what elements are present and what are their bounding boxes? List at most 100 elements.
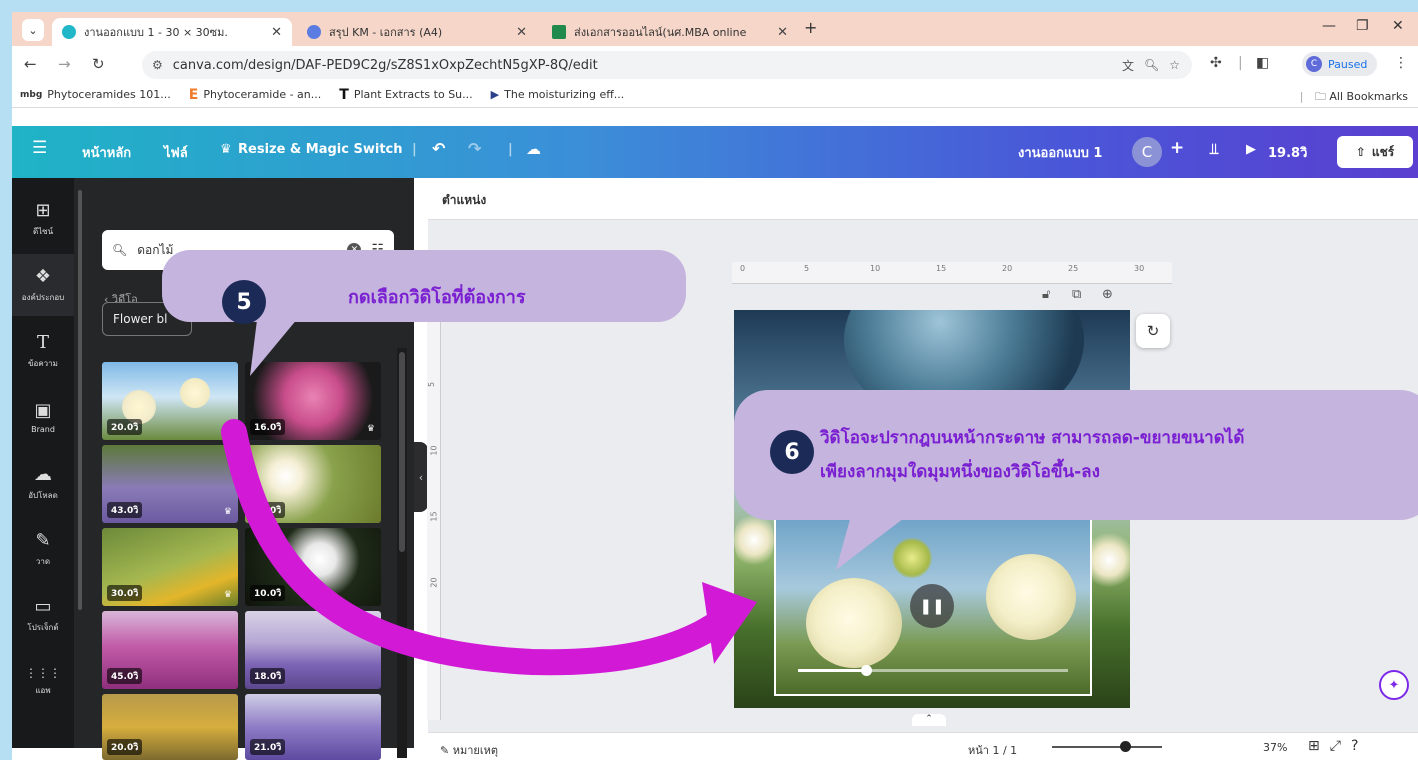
rail-elements[interactable]: ❖ องค์ประกอบ (12, 254, 74, 316)
address-bar[interactable]: ⚙ canva.com/design/DAF-PED9C2g/sZ8S1xOxp… (142, 51, 1192, 79)
share-button[interactable]: ⇧ แชร์ (1337, 136, 1413, 168)
tab-search-button[interactable]: ⌄ (22, 19, 44, 41)
panel-scrollbar-thumb[interactable] (399, 352, 405, 552)
hamburger-menu-icon[interactable]: ☰ (32, 138, 47, 158)
video-duration: 21.0วิ (250, 739, 286, 755)
rail-apps[interactable]: ⋮⋮⋮ แอพ (12, 650, 74, 712)
reload-icon[interactable]: ↻ (92, 55, 105, 73)
profile-paused-button[interactable]: C Paused (1302, 52, 1378, 76)
view-controls: ⊞⤢? (1308, 738, 1368, 754)
elements-icon: ❖ (34, 266, 52, 287)
close-window-icon[interactable]: ✕ (1392, 18, 1404, 34)
menu-kebab-icon[interactable]: ⋮ (1394, 55, 1408, 71)
progress-knob[interactable] (860, 665, 872, 676)
zoom-slider-track[interactable] (1052, 746, 1162, 748)
video-duration: 20.0วิ (107, 739, 143, 755)
zoom-level[interactable]: 37% (1263, 741, 1287, 754)
tab-title: ส่งเอกสารออนไลน์(นศ.MBA online (574, 26, 747, 39)
close-icon[interactable]: ✕ (777, 25, 788, 40)
site-settings-icon[interactable]: ⚙ (152, 58, 163, 72)
help-icon[interactable]: ? (1351, 738, 1368, 754)
rail-uploads[interactable]: ☁ อัปโหลด (12, 452, 74, 514)
refresh-icon[interactable]: ↻ (1136, 314, 1170, 348)
minimize-icon[interactable]: — (1322, 18, 1336, 34)
zoom-slider-knob[interactable] (1120, 741, 1131, 752)
video-thumbnail[interactable]: 30.0วิ ♛ (102, 528, 238, 606)
close-icon[interactable]: ✕ (516, 25, 527, 40)
home-link[interactable]: หน้าหลัก (82, 142, 131, 163)
share-label: แชร์ (1371, 144, 1395, 159)
translate-icon[interactable]: 文 (1122, 57, 1134, 74)
redo-icon[interactable]: ↷ (468, 139, 481, 158)
rail-scrollbar[interactable] (78, 190, 82, 610)
editor-bottom-bar: ✎ หมายเหตุ หน้า 1 / 1 37% ⊞⤢? (428, 732, 1418, 760)
video-thumbnail[interactable]: 43.0วิ ♛ (102, 445, 238, 523)
editor-toolbar: ตำแหน่ง (428, 178, 1418, 220)
add-collaborator-icon[interactable]: + (1170, 138, 1184, 158)
ruler-tick: 0 (740, 264, 746, 273)
close-icon[interactable]: ✕ (271, 25, 282, 40)
bookmark-item[interactable]: T Plant Extracts to Su... (339, 87, 472, 103)
rail-design[interactable]: ⊞ ดีไซน์ (12, 188, 74, 250)
callout-text-line1: วิดิโอจะปรากฎบนหน้ากระดาษ สามารถลด-ขยายข… (820, 428, 1245, 448)
forward-arrow-icon[interactable]: → (58, 55, 71, 73)
pause-button[interactable]: ❚❚ (910, 584, 954, 628)
restore-icon[interactable]: ❐ (1356, 18, 1369, 34)
duplicate-page-icon[interactable]: ⧉ (1072, 287, 1081, 302)
folder-icon: ▭ (34, 596, 52, 617)
collapse-panel-button[interactable]: ‹ (414, 442, 428, 512)
new-tab-button[interactable]: + (804, 18, 817, 37)
tab-excel-sheet[interactable]: ส่งเอกสารออนไลน์(นศ.MBA online ✕ (542, 18, 798, 46)
page-indicator[interactable]: หน้า 1 / 1 (968, 741, 1017, 759)
bookmark-item[interactable]: ▶ The moisturizing eff... (491, 88, 625, 101)
video-thumbnail[interactable]: 45.0วิ (102, 611, 238, 689)
present-duration[interactable]: 19.8วิ (1268, 142, 1307, 163)
lock-icon[interactable]: 🔓︎ (1042, 287, 1050, 302)
fullscreen-icon[interactable]: ⤢ (1330, 738, 1351, 754)
grid-view-icon[interactable]: ⊞ (1308, 738, 1330, 754)
rail-text[interactable]: T ข้อความ (12, 320, 74, 382)
bookmark-item[interactable]: E Phytoceramide - an... (189, 87, 322, 103)
all-bookmarks-button[interactable]: | 🗀 All Bookmarks (1300, 88, 1408, 107)
position-button[interactable]: ตำแหน่ง (442, 191, 486, 210)
search-icon: 🔍︎ (112, 243, 128, 257)
show-pages-button[interactable]: ⌃ (912, 714, 946, 726)
undo-icon[interactable]: ↶ (432, 139, 445, 158)
zoom-icon[interactable]: 🔍︎ (1144, 58, 1159, 72)
doc-favicon-icon (307, 25, 321, 39)
video-duration: 30.0วิ (107, 585, 143, 601)
rail-projects[interactable]: ▭ โปรเจ็กต์ (12, 584, 74, 646)
notes-button[interactable]: ✎ หมายเหตุ (440, 741, 498, 759)
add-page-icon[interactable]: ⊕ (1102, 287, 1113, 302)
extensions-icon[interactable]: ✣ (1210, 55, 1222, 71)
bookmark-item[interactable]: mbg Phytoceramides 101... (20, 88, 171, 101)
video-thumbnail[interactable]: 10.0วิ (245, 528, 381, 606)
tab-km-document[interactable]: สรุป KM - เอกสาร (A4) ✕ (297, 18, 537, 46)
rail-label: องค์ประกอบ (21, 293, 65, 302)
rail-draw[interactable]: ✎ วาด (12, 518, 74, 580)
step-number-badge: 6 (770, 430, 814, 474)
design-name[interactable]: งานออกแบบ 1 (1018, 142, 1102, 163)
file-menu[interactable]: ไฟล์ (164, 142, 188, 163)
analytics-icon[interactable]: ⫫ (1210, 140, 1218, 158)
tab-canva-design[interactable]: งานออกแบบ 1 - 30 × 30ซม. ✕ (52, 18, 292, 46)
canva-top-bar: ☰ หน้าหลัก ไฟล์ ♛ Resize & Magic Switch … (12, 126, 1418, 178)
horizontal-ruler: 0 5 10 15 20 25 30 (732, 262, 1172, 284)
side-panel-icon[interactable]: ◧ (1256, 55, 1269, 71)
toolbar-divider: | (412, 142, 417, 157)
crown-icon: ♛ (223, 424, 232, 434)
rail-brand[interactable]: ▣ Brand (12, 386, 74, 448)
avatar[interactable]: C (1132, 137, 1162, 167)
video-thumbnail[interactable]: 20.0วิ (245, 445, 381, 523)
video-thumbnail[interactable]: 20.0วิ ♛ (102, 362, 238, 440)
bookmark-star-icon[interactable]: ☆ (1169, 58, 1180, 72)
resize-magic-switch-button[interactable]: Resize & Magic Switch (238, 142, 403, 157)
video-thumbnail[interactable]: 20.0วิ (102, 694, 238, 760)
video-thumbnail[interactable]: 21.0วิ (245, 694, 381, 760)
cloud-saved-icon[interactable]: ☁ (526, 140, 541, 158)
video-thumbnail[interactable]: 18.0วิ (245, 611, 381, 689)
play-icon[interactable]: ▶ (1246, 142, 1256, 157)
back-arrow-icon[interactable]: ← (24, 55, 37, 73)
magic-assistant-icon[interactable]: ✦ (1379, 670, 1409, 700)
video-progress-bar[interactable] (798, 665, 1068, 676)
